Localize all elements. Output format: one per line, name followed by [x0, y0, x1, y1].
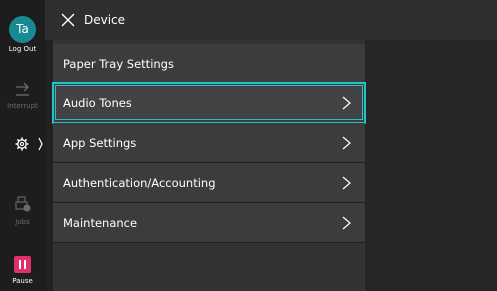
chevron-right-icon	[342, 216, 351, 230]
interrupt-icon	[16, 82, 29, 96]
pause-icon[interactable]	[14, 256, 31, 273]
menu-item-maintenance[interactable]: Maintenance	[53, 203, 365, 243]
menu-item-label: Maintenance	[63, 216, 138, 230]
settings-gear-icon[interactable]	[14, 136, 44, 152]
user-avatar[interactable]: Ta	[9, 16, 36, 43]
menu-item-audio-tones[interactable]: Audio Tones	[52, 82, 366, 124]
page-title: Device	[84, 13, 126, 27]
jobs-label[interactable]: Jobs	[0, 218, 45, 226]
menu-item-label: Paper Tray Settings	[63, 57, 174, 71]
interrupt-label[interactable]: Interrupt	[0, 102, 45, 110]
chevron-right-icon	[342, 136, 351, 150]
jobs-icon	[15, 196, 31, 212]
menu-item-app-settings[interactable]: App Settings	[53, 123, 365, 163]
menu-item-label: Audio Tones	[63, 96, 132, 110]
chevron-right-icon	[342, 176, 351, 190]
pause-label[interactable]: Pause	[0, 277, 45, 285]
detail-pane	[365, 40, 497, 291]
logout-label[interactable]: Log Out	[0, 45, 45, 53]
left-rail: Ta Log Out Interrupt Jobs Pause	[0, 0, 45, 291]
menu-item-label: App Settings	[63, 136, 137, 150]
close-icon[interactable]	[59, 11, 77, 29]
menu-item-authentication-accounting[interactable]: Authentication/Accounting	[53, 163, 365, 203]
menu-item-label: Authentication/Accounting	[63, 176, 216, 190]
menu-item-paper-tray-settings[interactable]: Paper Tray Settings	[53, 44, 365, 84]
chevron-right-icon	[342, 96, 351, 110]
